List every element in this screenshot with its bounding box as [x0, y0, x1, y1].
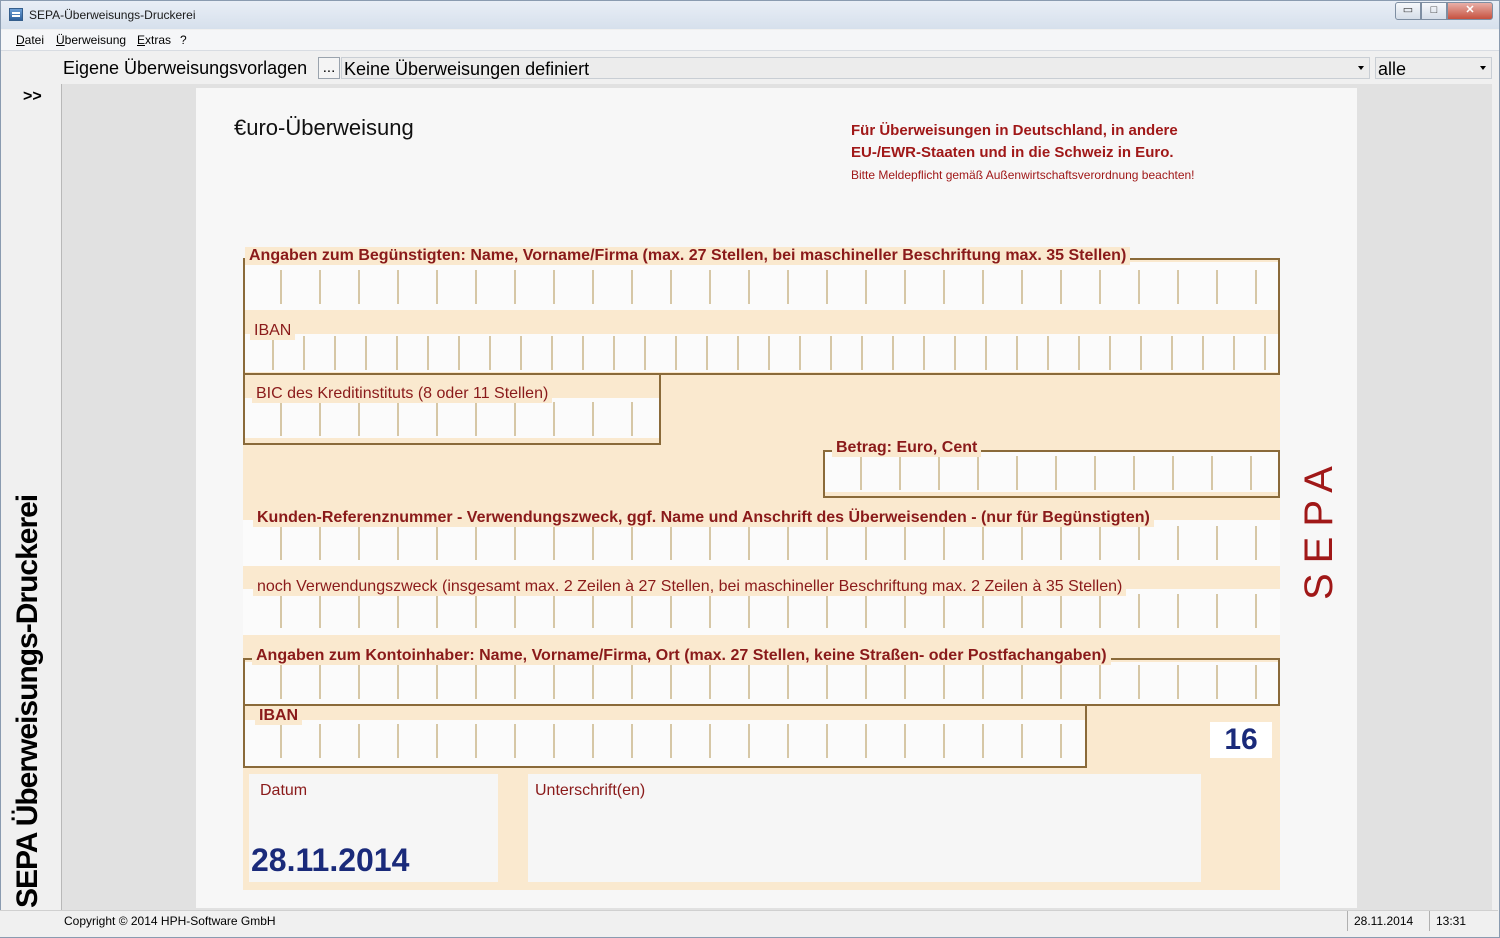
- menu-datei[interactable]: Datei: [16, 33, 44, 47]
- copyright-text: Copyright © 2014 HPH-Software GmbH: [64, 914, 276, 928]
- beneficiary-border: [243, 258, 1280, 375]
- transfer-count: 16: [1210, 722, 1272, 758]
- templates-select[interactable]: Keine Überweisungen definiert: [341, 57, 1370, 79]
- filter-select-value: alle: [1378, 59, 1407, 79]
- bic-label: BIC des Kreditinstituts (8 oder 11 Stell…: [252, 385, 553, 403]
- form-info: Für Überweisungen in Deutschland, in and…: [851, 120, 1178, 164]
- purpose2-label: noch Verwendungszweck (insgesamt max. 2 …: [253, 578, 1127, 596]
- form-notice: Bitte Meldepflicht gemäß Außenwirtschaft…: [851, 168, 1195, 182]
- info-line-2: EU-/EWR-Staaten und in die Schweiz in Eu…: [851, 144, 1174, 161]
- amount-border: [823, 450, 1280, 498]
- app-icon: [9, 8, 23, 21]
- templates-label: Eigene Überweisungsvorlagen: [63, 58, 308, 78]
- templates-select-value: Keine Überweisungen definiert: [344, 59, 590, 79]
- window-title: SEPA-Überweisungs-Druckerei: [29, 8, 196, 22]
- menu-help[interactable]: ?: [180, 33, 187, 47]
- holder-iban-border: [243, 704, 1087, 768]
- holder-iban-label: IBAN: [255, 707, 303, 725]
- info-line-1: Für Überweisungen in Deutschland, in and…: [851, 122, 1178, 139]
- menu-extras[interactable]: Extras: [137, 33, 171, 47]
- amount-label: Betrag: Euro, Cent: [832, 439, 982, 457]
- holder-border: [243, 658, 1280, 706]
- date-value: 28.11.2014: [251, 842, 410, 878]
- date-label: Datum: [260, 782, 308, 799]
- reference-label: Kunden-Referenznummer - Verwendungszweck…: [253, 509, 1154, 527]
- filter-select[interactable]: alle: [1375, 57, 1492, 79]
- status-date: 28.11.2014: [1347, 911, 1429, 931]
- toggle-panel-button[interactable]: >>: [23, 88, 42, 106]
- bic-border: [243, 373, 661, 445]
- bic-divider: [659, 373, 1280, 375]
- menu-ueberweisung[interactable]: Überweisung: [56, 33, 126, 47]
- signature-label: Unterschrift(en): [535, 782, 646, 799]
- title-bar[interactable]: SEPA-Überweisungs-Druckerei ▭ □ ✕: [1, 1, 1499, 29]
- browse-templates-button[interactable]: ...: [318, 57, 340, 79]
- minimize-button[interactable]: ▭: [1395, 2, 1421, 20]
- close-button[interactable]: ✕: [1447, 2, 1493, 20]
- maximize-button[interactable]: □: [1421, 2, 1447, 20]
- reference-field[interactable]: [243, 526, 1280, 560]
- purpose2-field[interactable]: [243, 594, 1280, 628]
- status-time: 13:31: [1429, 911, 1474, 931]
- chevron-down-icon: [1480, 66, 1486, 70]
- menu-bar: Datei Überweisung Extras ?: [1, 30, 1499, 51]
- beneficiary-label: Angaben zum Begünstigten: Name, Vorname/…: [245, 247, 1131, 265]
- sepa-mark: SEPA: [1297, 456, 1341, 600]
- holder-label: Angaben zum Kontoinhaber: Name, Vorname/…: [252, 647, 1111, 665]
- side-banner-title: SEPA Überweisungs-Druckerei: [11, 494, 44, 908]
- form-title: €uro-Überweisung: [234, 115, 414, 140]
- iban-label: IBAN: [250, 322, 296, 340]
- chevron-down-icon: [1358, 66, 1364, 70]
